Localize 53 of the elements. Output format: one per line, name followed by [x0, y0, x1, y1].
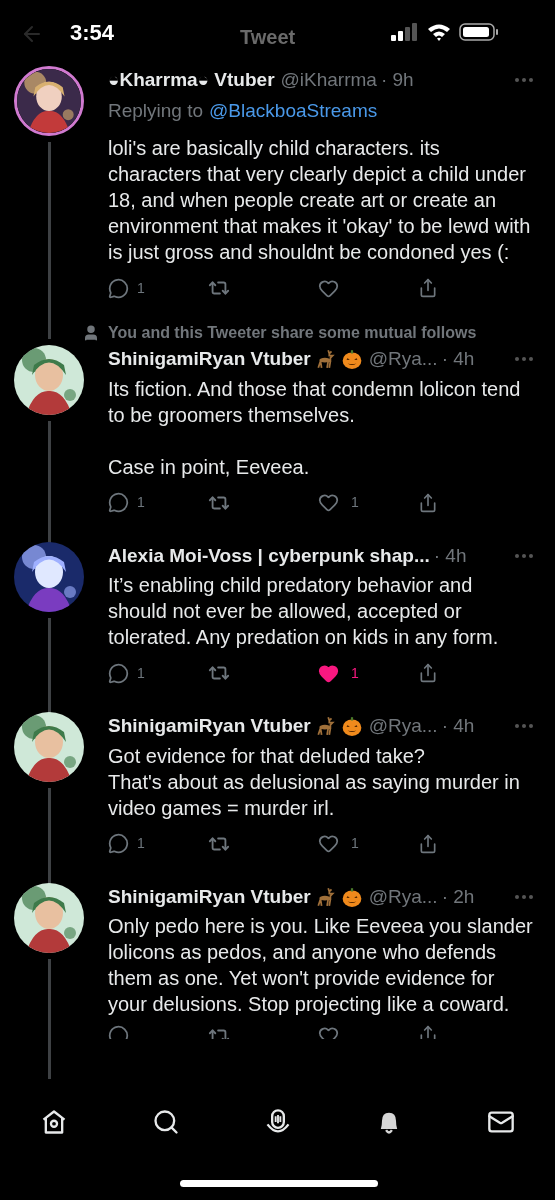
- like-icon[interactable]: [318, 833, 339, 854]
- reply-icon[interactable]: [108, 833, 129, 854]
- share-icon[interactable]: [418, 663, 438, 683]
- wifi-icon: [427, 23, 451, 41]
- display-name[interactable]: ◒Kharrma◒ Vtuber: [108, 66, 275, 95]
- status-time: 3:54: [70, 18, 115, 47]
- handle[interactable]: @Rya...: [368, 712, 438, 741]
- timestamp: · 4h: [441, 347, 475, 371]
- search-icon[interactable]: [151, 1108, 180, 1136]
- timestamp: · 4h: [441, 714, 475, 738]
- tweet-text: Its fiction. And those that condemn lolicon tend to be groomers themselves. Case in point, Eeveea.: [108, 376, 522, 480]
- header-title: Tweet: [240, 25, 296, 50]
- reply-icon[interactable]: [108, 662, 129, 684]
- more-icon[interactable]: [515, 78, 533, 83]
- handle[interactable]: @Rya...: [368, 345, 438, 374]
- like-count: 1: [351, 493, 359, 512]
- battery-icon: [459, 23, 499, 41]
- person-icon: [82, 324, 100, 342]
- like-icon[interactable]: [318, 492, 339, 513]
- tweet-text: loli's are basically child characters. its characters that very clearly depict a child under 18, and when people create art or create an environment that makes it 'okay' to be lewd with is just gross and shouldnt be condoned yes (:: [108, 136, 532, 265]
- like-count: 1: [351, 834, 359, 853]
- share-icon[interactable]: [418, 492, 438, 513]
- more-icon[interactable]: [515, 894, 533, 899]
- reply-icon[interactable]: [108, 277, 129, 299]
- share-icon[interactable]: [418, 833, 438, 854]
- signal-icon: [391, 23, 419, 41]
- mention-link[interactable]: @BlackboaStreams: [209, 96, 378, 125]
- handle[interactable]: @Rya...: [368, 882, 438, 911]
- reply-icon[interactable]: [108, 492, 129, 513]
- tweet-text: Only pedo here is you. Like Eeveea you slander lolicons as pedos, and anyone who defends them as one. Yet won't provide evidence for your delusions. Stop projecting like a coward.: [108, 914, 533, 1017]
- share-icon[interactable]: [418, 1025, 438, 1039]
- timestamp: · 2h: [441, 884, 475, 909]
- mutual-follows-note: You and this Tweeter share some mutual follows: [108, 323, 477, 343]
- replying-label: Replying to: [108, 98, 204, 123]
- more-icon[interactable]: [515, 553, 533, 558]
- tweet-text: It’s enabling child predatory behavior and should not ever be allowed, accepted or tolerated. Any predation on kids in any form.: [108, 573, 500, 650]
- timestamp: · 9h: [380, 68, 414, 92]
- reply-count: 1: [137, 663, 145, 683]
- reply-count: 1: [137, 834, 145, 853]
- timestamp: · 4h: [433, 543, 467, 568]
- share-icon[interactable]: [418, 278, 438, 298]
- display-name[interactable]: Alexia Moi-Voss | cyberpunk shap...: [108, 541, 430, 570]
- like-count: 1: [351, 663, 359, 683]
- display-name[interactable]: ShinigamiRyan Vtuber: [108, 882, 311, 911]
- reply-count: 1: [137, 493, 145, 512]
- display-name[interactable]: ShinigamiRyan Vtuber: [108, 712, 311, 741]
- more-icon[interactable]: [515, 357, 533, 362]
- tweet-text: Got evidence for that deluded take? That's about as delusional as saying murder in video games = murder irl.: [108, 743, 521, 821]
- handle[interactable]: @iKharrma: [280, 66, 377, 95]
- display-name[interactable]: ShinigamiRyan Vtuber: [108, 345, 311, 374]
- more-icon[interactable]: [515, 724, 533, 729]
- home-icon[interactable]: [40, 1108, 68, 1136]
- reply-count: 1: [137, 278, 145, 298]
